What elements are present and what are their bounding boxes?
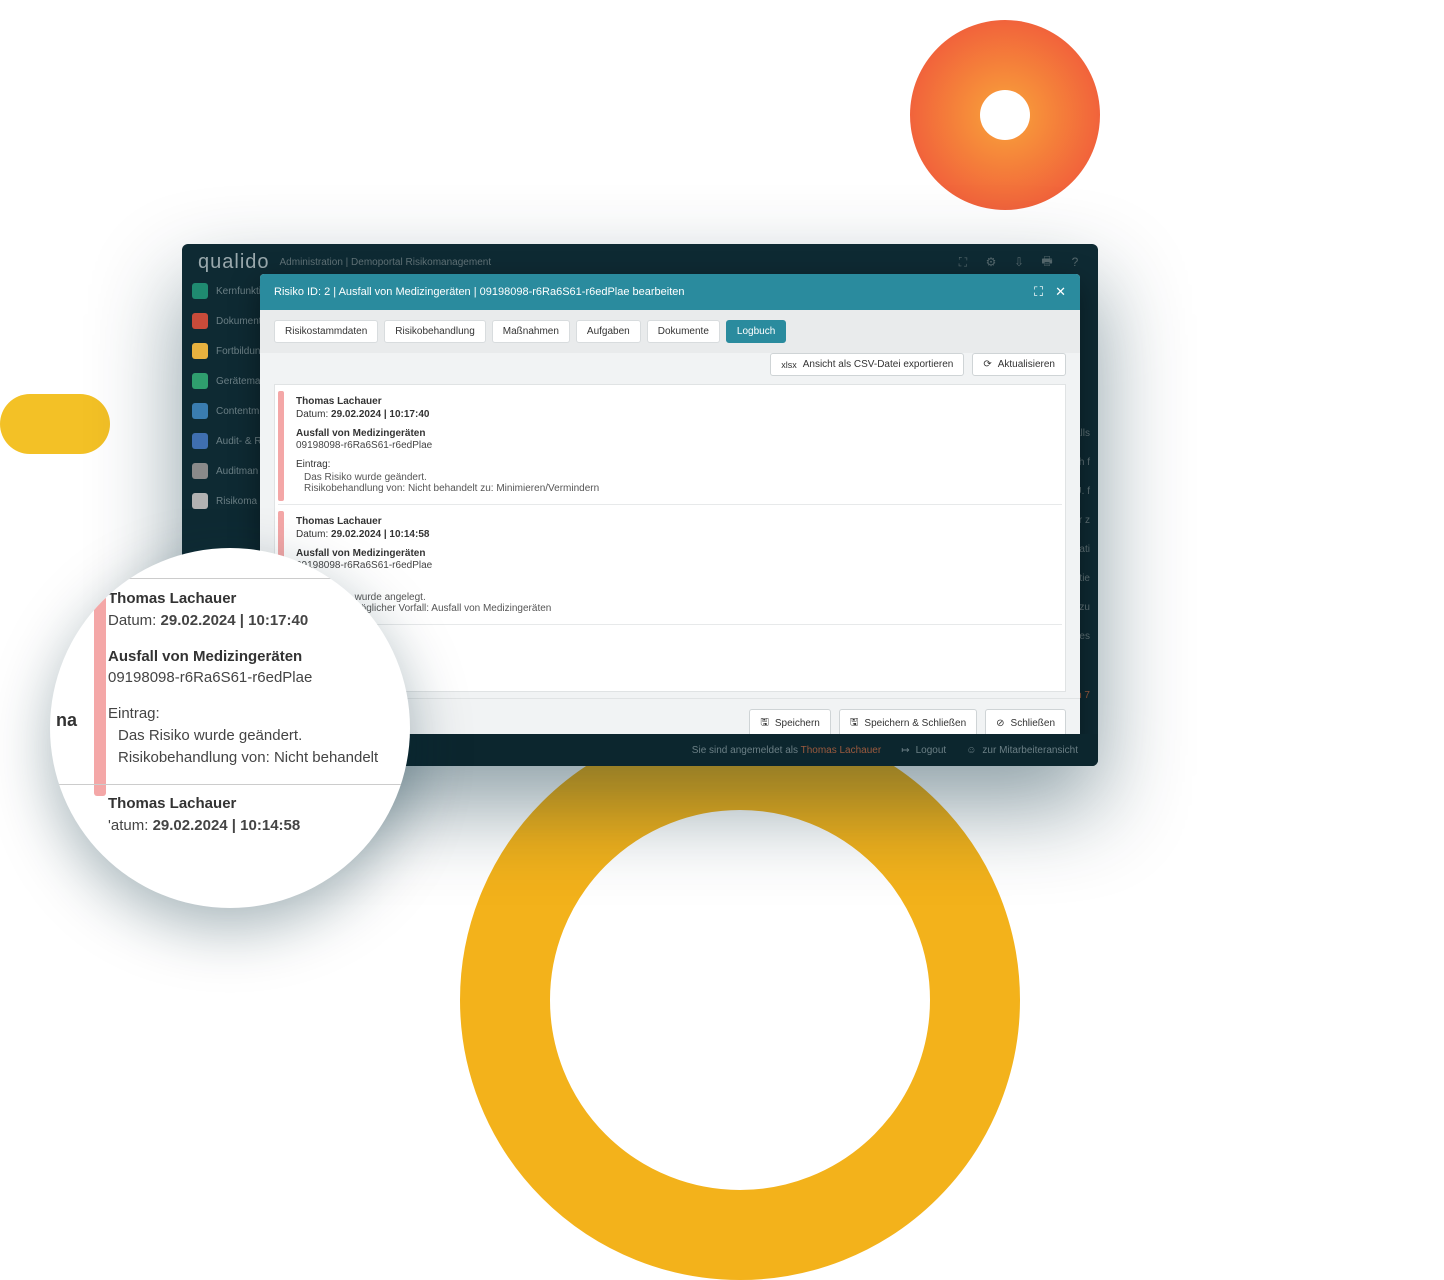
entry-date: Datum: 29.02.2024 | 10:17:40 — [296, 409, 1052, 420]
lens-user: Thomas Lachauer — [108, 588, 410, 610]
lens-user2: Thomas Lachauer — [108, 793, 410, 815]
sidebar-label: Fortbildun — [216, 346, 260, 357]
entry-user: Thomas Lachauer — [296, 516, 1052, 527]
entry-body: Das Risiko wurde geändert.Risikobehandlu… — [296, 472, 1052, 494]
help-icon[interactable]: ? — [1068, 255, 1082, 269]
tab-risikostammdaten[interactable]: Risikostammdaten — [274, 320, 378, 343]
sidebar-icon — [192, 463, 208, 479]
entry-title: Ausfall von Medizingeräten — [296, 428, 1052, 439]
switch-view-link[interactable]: ☺zur Mitarbeiteransicht — [966, 745, 1078, 756]
lens-body1: Das Risiko wurde geändert. — [108, 725, 410, 747]
entry-user: Thomas Lachauer — [296, 396, 1052, 407]
tab-logbuch[interactable]: Logbuch — [726, 320, 786, 343]
close-icon[interactable]: ✕ — [1055, 284, 1066, 300]
sidebar-label: Risikoma — [216, 496, 257, 507]
sidebar-label: Auditman — [216, 466, 258, 477]
entry-label: Eintrag: — [296, 459, 1052, 470]
magnifier-lens: Thomas Lachauer Datum: 29.02.2024 | 10:1… — [50, 548, 410, 908]
entry-id: 09198098-r6Ra6S61-r6edPlae — [296, 440, 1052, 451]
lens-date: Datum: 29.02.2024 | 10:17:40 — [108, 610, 410, 632]
sidebar-label: Kernfunkti — [216, 286, 261, 297]
sidebar-icon — [192, 403, 208, 419]
sidebar-icon — [192, 373, 208, 389]
tabbar: Risikostammdaten Risikobehandlung Maßnahme… — [260, 310, 1080, 353]
sidebar-icon — [192, 343, 208, 359]
save-icon: 🖫 — [850, 715, 859, 732]
user-link[interactable]: Thomas Lachauer — [801, 745, 882, 756]
sidebar-label: Dokument — [216, 316, 262, 327]
refresh-button[interactable]: ⟳ Aktualisieren — [972, 353, 1066, 376]
tab-maßnahmen[interactable]: Maßnahmen — [492, 320, 570, 343]
logout-link[interactable]: ↦Logout — [901, 745, 946, 756]
gear-icon[interactable]: ⚙ — [984, 255, 998, 269]
entry-id: 09198098-r6Ra6S61-r6edPlae — [296, 560, 1052, 571]
entry-title: Ausfall von Medizingeräten — [296, 548, 1052, 559]
print-icon[interactable]: 🖶 — [1040, 255, 1054, 269]
lens-fragment: na — [56, 710, 77, 731]
decorative-pill — [0, 394, 110, 454]
header-subtitle: Administration | Demoportal Risikomanage… — [280, 257, 492, 268]
lens-body2: Risikobehandlung von: Nicht behandelt — [108, 747, 410, 769]
sidebar-icon — [192, 283, 208, 299]
modal-header: Risiko ID: 2 | Ausfall von Medizingeräte… — [260, 274, 1080, 310]
download-icon[interactable]: ⇩ — [1012, 255, 1026, 269]
sidebar-icon — [192, 493, 208, 509]
refresh-icon: ⟳ — [983, 359, 991, 370]
lens-date2: 'atum: 29.02.2024 | 10:14:58 — [108, 815, 410, 837]
logo: qualido — [198, 251, 270, 274]
lens-title: Ausfall von Medizingeräten — [108, 646, 410, 668]
sidebar-label: Audit- & R — [216, 436, 262, 447]
fullscreen-icon[interactable]: ⛶ — [1034, 284, 1043, 300]
save-icon: 🖫 — [760, 715, 769, 732]
export-csv-button[interactable]: xlsx Ansicht als CSV-Datei exportieren — [770, 353, 964, 376]
sidebar-label: Contentm — [216, 406, 259, 417]
entry-color-bar — [94, 596, 106, 796]
logged-in-label: Sie sind angemeldet als — [692, 745, 798, 756]
modal-title: Risiko ID: 2 | Ausfall von Medizingeräte… — [274, 286, 685, 298]
decorative-ring — [460, 720, 1020, 1280]
lens-id: 09198098-r6Ra6S61-r6edPlae — [108, 667, 410, 689]
sidebar-icon — [192, 433, 208, 449]
sidebar-icon — [192, 313, 208, 329]
tab-aufgaben[interactable]: Aufgaben — [576, 320, 641, 343]
expand-icon[interactable]: ⛶ — [956, 255, 970, 269]
close-circle-icon: ⊘ — [996, 718, 1004, 729]
log-entry: Thomas Lachauer Datum: 29.02.2024 | 10:1… — [278, 388, 1062, 505]
sidebar-label: Gerätema — [216, 376, 260, 387]
tab-dokumente[interactable]: Dokumente — [647, 320, 720, 343]
user-icon: ☺ — [966, 745, 976, 756]
entry-date: Datum: 29.02.2024 | 10:14:58 — [296, 529, 1052, 540]
tab-risikobehandlung[interactable]: Risikobehandlung — [384, 320, 486, 343]
lens-entry-label: Eintrag: — [108, 703, 410, 725]
logout-icon: ↦ — [901, 745, 909, 756]
xlsx-icon: xlsx — [781, 360, 797, 370]
decorative-circle — [910, 20, 1100, 210]
